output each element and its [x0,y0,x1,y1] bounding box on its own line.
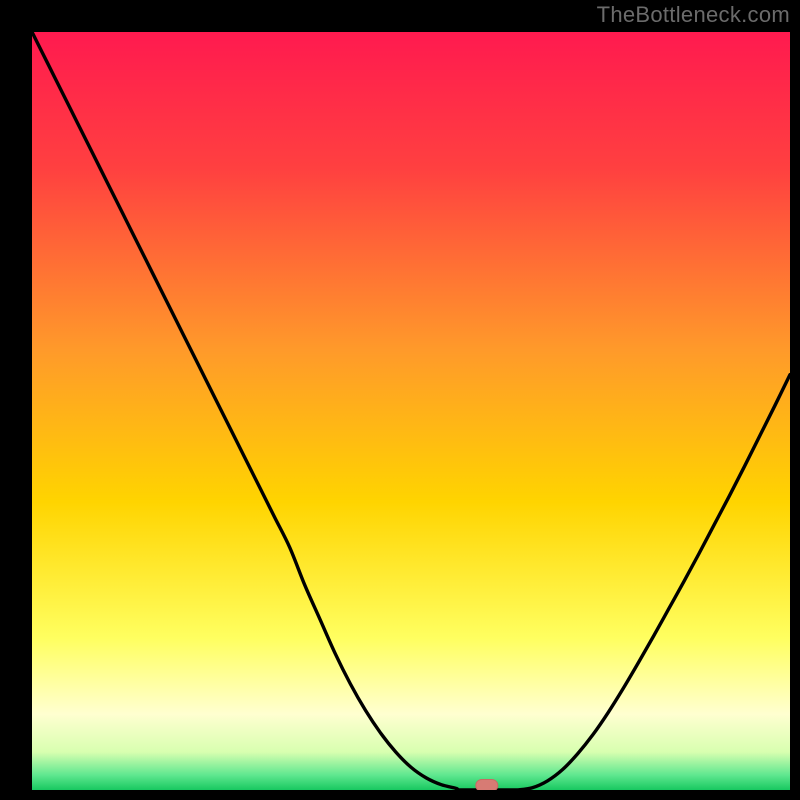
chart-container: { "attribution": "TheBottleneck.com", "c… [0,0,800,800]
attribution-text: TheBottleneck.com [597,2,790,28]
bottleneck-chart [0,0,800,800]
plot-background-gradient [32,32,790,790]
optimal-marker [476,779,498,791]
